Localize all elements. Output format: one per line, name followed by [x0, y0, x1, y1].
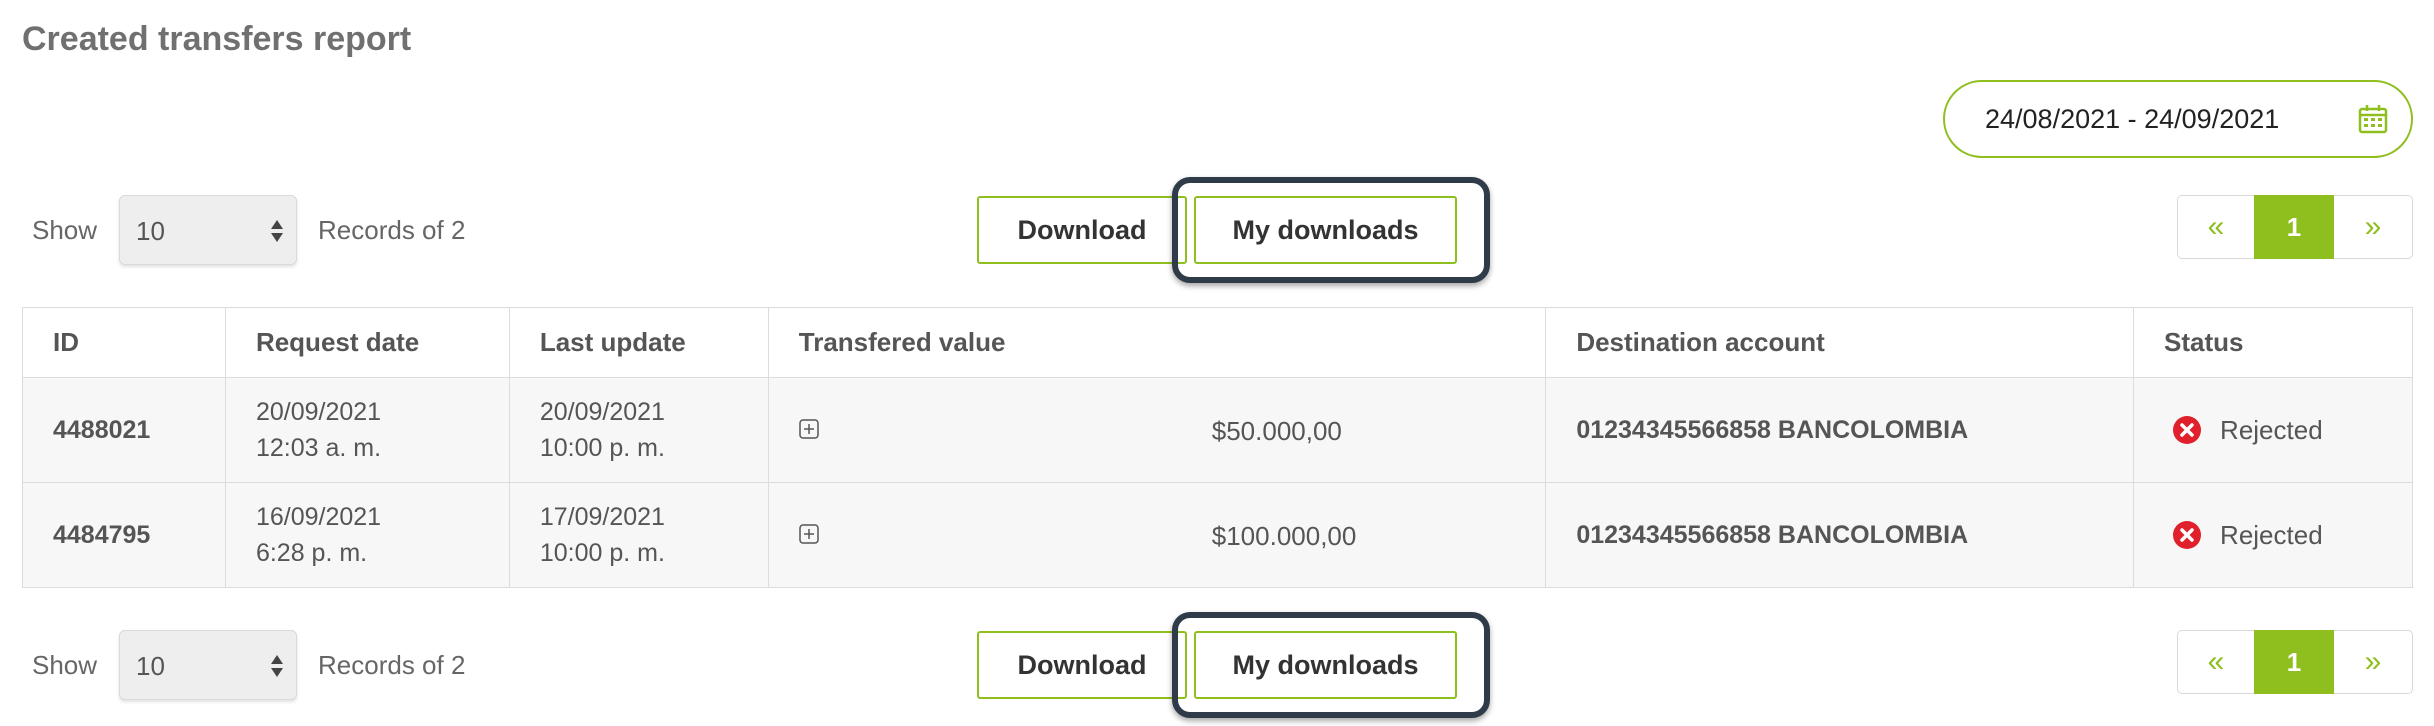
- cell-request-date: 20/09/2021 12:03 a. m.: [224, 377, 510, 483]
- pagination-prev[interactable]: «: [2178, 631, 2254, 693]
- request-time: 12:03 a. m.: [255, 434, 382, 462]
- table-row: 4488021 20/09/2021 12:03 a. m. 20/09/202…: [22, 377, 2413, 483]
- download-button[interactable]: Download: [977, 196, 1187, 264]
- request-time: 6:28 p. m.: [255, 539, 368, 567]
- pagination-next[interactable]: »: [2334, 631, 2412, 693]
- pagination: « 1 »: [2177, 630, 2413, 694]
- records-count: Records of 2: [318, 215, 466, 245]
- calendar-icon[interactable]: [2357, 103, 2389, 135]
- last-update-time: 10:00 p. m.: [539, 539, 665, 567]
- expand-plus-icon[interactable]: [799, 419, 819, 439]
- cell-last-update: 20/09/2021 10:00 p. m.: [508, 377, 769, 483]
- cell-transfered-value: $50.000,00: [767, 377, 1547, 483]
- header-destination-account: Destination account: [1545, 307, 2135, 378]
- request-date: 20/09/2021: [255, 398, 382, 426]
- records-count: Records of 2: [318, 650, 466, 680]
- cell-last-update: 17/09/2021 10:00 p. m.: [508, 482, 769, 588]
- last-update-time: 10:00 p. m.: [539, 434, 665, 462]
- table-row: 4484795 16/09/2021 6:28 p. m. 17/09/2021…: [22, 482, 2413, 588]
- rejected-icon: [2173, 416, 2202, 444]
- show-label: Show: [32, 650, 98, 680]
- page-title: Created transfers report: [22, 20, 412, 58]
- page-size-value: 10: [136, 651, 165, 681]
- header-last-update: Last update: [508, 307, 769, 378]
- pagination-current-page[interactable]: 1: [2254, 630, 2334, 694]
- transfer-amount: $100.000,00: [1211, 521, 1357, 551]
- last-update-date: 20/09/2021: [539, 398, 665, 426]
- pagination: « 1 »: [2177, 195, 2413, 259]
- cell-status: Rejected: [2133, 377, 2413, 483]
- cell-id: 4488021: [22, 377, 226, 483]
- status-text: Rejected: [2220, 414, 2323, 445]
- table-header-row: ID Request date Last update Transfered v…: [22, 307, 2413, 378]
- last-update-date: 17/09/2021: [539, 503, 665, 531]
- my-downloads-highlight: [1172, 177, 1490, 283]
- header-id: ID: [22, 307, 226, 378]
- cell-destination-account: 01234345566858 BANCOLOMBIA: [1545, 482, 2135, 588]
- page-size-select[interactable]: 10: [119, 630, 297, 700]
- transfer-amount: $50.000,00: [1211, 416, 1342, 446]
- page-size-select[interactable]: 10: [119, 195, 297, 265]
- select-arrows-icon: [271, 655, 283, 677]
- pagination-current-page[interactable]: 1: [2254, 195, 2334, 259]
- date-range-value: 24/08/2021 - 24/09/2021: [1985, 104, 2280, 134]
- cell-request-date: 16/09/2021 6:28 p. m.: [224, 482, 510, 588]
- cell-destination-account: 01234345566858 BANCOLOMBIA: [1545, 377, 2135, 483]
- pagination-prev[interactable]: «: [2178, 196, 2254, 258]
- cell-id: 4484795: [22, 482, 226, 588]
- bottom-toolbar: Show 10 Records of 2 Download My downloa…: [0, 612, 2434, 718]
- select-arrows-icon: [271, 220, 283, 242]
- header-request-date: Request date: [224, 307, 510, 378]
- transfers-table: ID Request date Last update Transfered v…: [22, 307, 2413, 588]
- expand-plus-icon[interactable]: [799, 524, 819, 544]
- page-size-value: 10: [136, 216, 165, 246]
- cell-status: Rejected: [2133, 482, 2413, 588]
- download-button[interactable]: Download: [977, 631, 1187, 699]
- header-status: Status: [2133, 307, 2413, 378]
- my-downloads-highlight: [1172, 612, 1490, 718]
- header-transfered-value: Transfered value: [767, 307, 1547, 378]
- request-date: 16/09/2021: [255, 503, 382, 531]
- pagination-next[interactable]: »: [2334, 196, 2412, 258]
- rejected-icon: [2173, 521, 2202, 549]
- date-range-picker[interactable]: 24/08/2021 - 24/09/2021: [1943, 80, 2413, 158]
- cell-transfered-value: $100.000,00: [767, 482, 1547, 588]
- show-label: Show: [32, 215, 98, 245]
- status-text: Rejected: [2220, 519, 2323, 550]
- top-toolbar: Show 10 Records of 2 Download My downloa…: [0, 177, 2434, 283]
